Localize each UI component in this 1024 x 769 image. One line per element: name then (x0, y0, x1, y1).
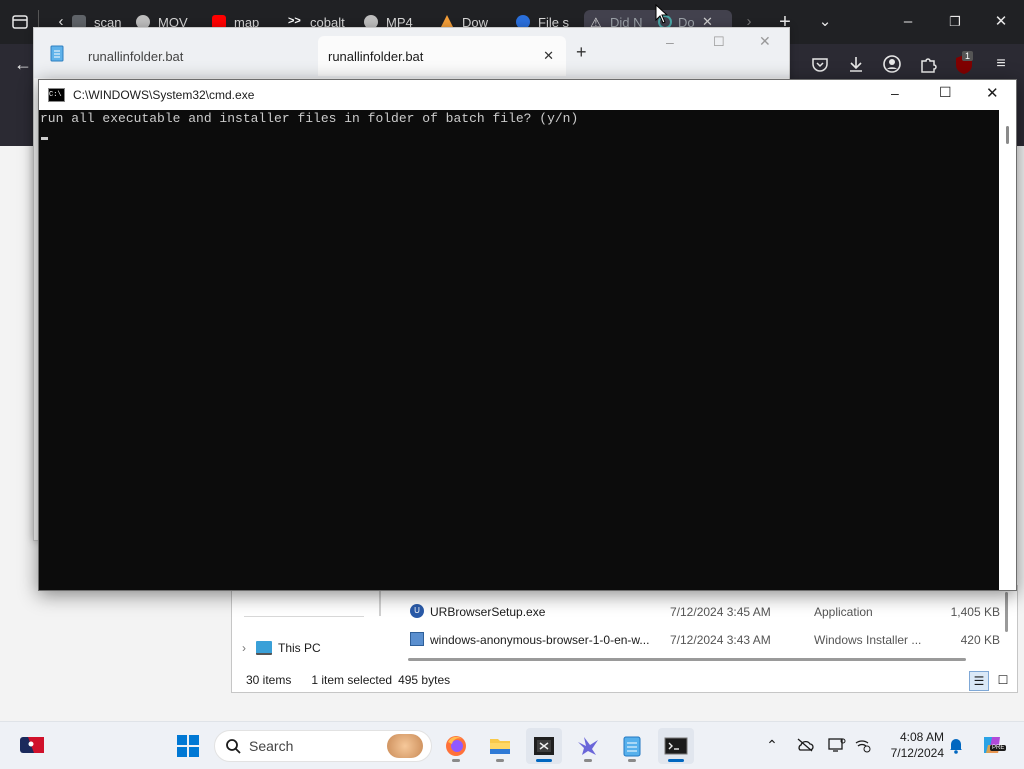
pre-badge: PRE (990, 745, 1007, 751)
taskbar-notepad[interactable] (614, 728, 650, 764)
search-icon (225, 738, 241, 754)
vertical-scrollbar[interactable] (999, 110, 1016, 590)
text-cursor (41, 137, 48, 140)
item-count: 30 items (246, 673, 292, 687)
folder-icon (490, 739, 510, 754)
maximize-icon[interactable]: ☐ (939, 84, 952, 101)
onedrive-offline-icon[interactable] (794, 734, 816, 756)
nav-item-label: This PC (278, 641, 321, 655)
maximize-icon[interactable]: ☐ (713, 34, 725, 50)
running-indicator (668, 759, 684, 762)
notepad-tab[interactable]: runallinfolder.bat (74, 36, 328, 76)
minimize-icon[interactable]: – (893, 7, 923, 37)
chevron-down-icon[interactable]: ⌄ (810, 7, 840, 37)
ublock-icon[interactable]: 1 (954, 51, 974, 75)
console-output[interactable]: run all executable and installer files i… (39, 110, 999, 590)
cmd-app-icon: C:\ (48, 88, 65, 102)
file-type: Application (814, 605, 873, 619)
close-icon[interactable]: ✕ (759, 33, 771, 50)
status-bar: 30 items 1 item selected 495 bytes (246, 672, 450, 688)
running-indicator (536, 759, 552, 762)
menu-icon[interactable]: ≡ (986, 49, 1016, 79)
taskbar-terminal[interactable] (658, 728, 694, 764)
running-indicator (496, 759, 504, 762)
close-icon[interactable]: ✕ (986, 84, 999, 102)
search-highlight-icon (387, 734, 423, 758)
file-date: 7/12/2024 3:45 AM (670, 605, 771, 619)
close-icon[interactable]: ✕ (986, 7, 1016, 37)
display-icon[interactable] (826, 734, 848, 756)
file-explorer-window: › This PC U URBrowserSetup.exe 7/12/2024… (231, 585, 1018, 693)
extensions-icon[interactable] (918, 54, 938, 74)
nav-divider (244, 616, 364, 617)
bird-icon (578, 737, 598, 755)
notepad-new-tab-button[interactable]: + (576, 42, 587, 63)
terminal-icon (664, 737, 688, 755)
start-button[interactable] (170, 728, 206, 764)
selection-size: 495 bytes (398, 673, 451, 687)
restore-icon[interactable]: ❐ (940, 7, 970, 37)
running-indicator (452, 759, 460, 762)
details-view-icon[interactable]: ☰ (969, 671, 989, 691)
notepad-tab-label: runallinfolder.bat (328, 48, 424, 64)
taskbar: Search ⌃ 4:08 AM 7/12/2024 PRE (0, 721, 1024, 769)
notepad-app-icon (50, 44, 64, 62)
network-status-icon[interactable] (852, 734, 874, 756)
file-row[interactable]: U URBrowserSetup.exe 7/12/2024 3:45 AM A… (410, 601, 1010, 623)
account-icon[interactable] (882, 54, 902, 74)
cmd-title-bar[interactable]: C:\ C:\WINDOWS\System32\cmd.exe – ☐ ✕ (39, 80, 1016, 110)
extension-badge: 1 (962, 51, 974, 61)
large-icons-view-icon[interactable]: ☐ (994, 671, 1012, 689)
horizontal-scrollbar[interactable] (408, 658, 966, 661)
console-line: run all executable and installer files i… (40, 111, 579, 126)
minimize-icon[interactable]: – (666, 34, 674, 50)
file-date: 7/12/2024 3:43 AM (670, 633, 771, 647)
running-indicator (628, 759, 636, 762)
file-type: Windows Installer ... (814, 633, 922, 647)
running-indicator (584, 759, 592, 762)
file-size: 420 KB (960, 633, 1000, 647)
clock[interactable]: 4:08 AM 7/12/2024 (880, 729, 944, 761)
search-placeholder: Search (249, 738, 294, 754)
chevron-right-icon[interactable]: › (242, 641, 246, 655)
notepad-tab-bar: runallinfolder.bat runallinfolder.bat ✕ … (34, 28, 789, 78)
file-name: URBrowserSetup.exe (430, 605, 546, 619)
file-row[interactable]: windows-anonymous-browser-1-0-en-w... 7/… (410, 629, 1010, 651)
nav-item-this-pc[interactable]: › This PC (242, 638, 321, 658)
taskbar-firefox[interactable] (438, 728, 474, 764)
selection-count: 1 item selected (311, 673, 393, 687)
copilot-icon[interactable]: PRE (980, 733, 1007, 757)
clock-date: 7/12/2024 (890, 746, 944, 760)
mlb-widget-icon[interactable] (20, 737, 44, 753)
clock-time: 4:08 AM (899, 730, 944, 744)
scrollbar-thumb[interactable] (1006, 126, 1009, 144)
window-title: C:\WINDOWS\System32\cmd.exe (73, 88, 255, 102)
notepad-tab-label: runallinfolder.bat (88, 48, 184, 64)
file-size: 1,405 KB (950, 605, 1000, 619)
taskbar-app-bird[interactable] (570, 728, 606, 764)
pocket-icon[interactable] (810, 54, 830, 74)
minimize-icon[interactable]: – (891, 85, 899, 101)
taskbar-file-explorer[interactable] (482, 728, 518, 764)
monitor-icon (256, 641, 272, 655)
firefox-icon (446, 736, 466, 756)
taskbar-search-box[interactable]: Search (214, 730, 432, 762)
notepad-icon (623, 736, 641, 757)
cmd-window: C:\ C:\WINDOWS\System32\cmd.exe – ☐ ✕ ru… (38, 79, 1017, 591)
tab-overview-icon[interactable] (8, 10, 32, 34)
exe-file-icon: U (410, 604, 424, 618)
taskbar-video-editor[interactable] (526, 728, 562, 764)
installer-file-icon (410, 632, 424, 646)
vertical-scrollbar[interactable] (1005, 592, 1008, 632)
download-icon[interactable] (846, 54, 866, 74)
film-editor-icon (534, 737, 554, 755)
notepad-tab-active[interactable]: runallinfolder.bat ✕ (318, 36, 566, 76)
close-tab-icon[interactable]: ✕ (543, 48, 554, 64)
file-name: windows-anonymous-browser-1-0-en-w... (430, 633, 650, 647)
notifications-bell-icon[interactable] (945, 734, 967, 756)
mouse-cursor (655, 4, 669, 24)
show-hidden-icons-chevron-up-icon[interactable]: ⌃ (761, 734, 783, 756)
